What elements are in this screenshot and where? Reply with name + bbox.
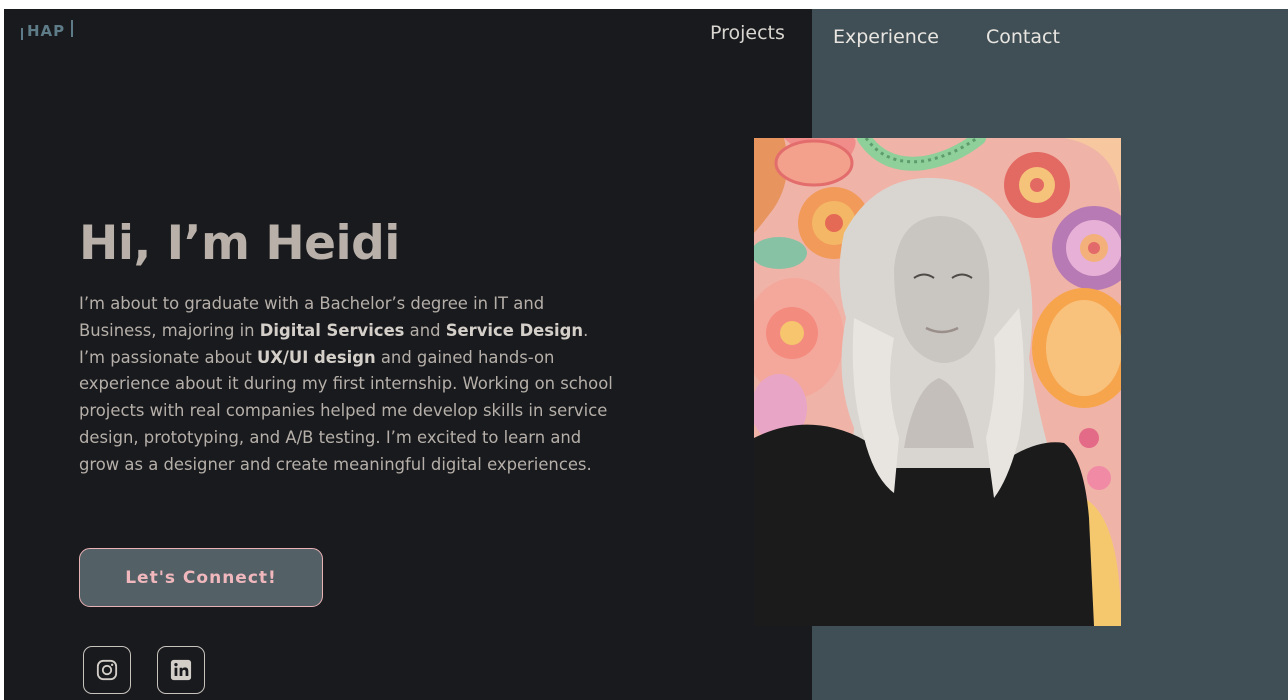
linkedin-icon — [170, 659, 192, 681]
nav-projects[interactable]: Projects — [710, 22, 785, 44]
instagram-icon — [96, 659, 118, 681]
portfolio-page: HAP Projects Experience Contact Hi, I’m … — [4, 9, 1288, 700]
nav-experience[interactable]: Experience — [833, 26, 939, 48]
logo[interactable]: HAP — [21, 19, 74, 40]
logo-bar-right — [71, 19, 74, 37]
intro-text-2: and — [404, 320, 446, 340]
logo-text: HAP — [27, 22, 66, 40]
linkedin-button[interactable] — [157, 646, 205, 694]
portrait-illustration — [754, 138, 1121, 626]
profile-photo — [754, 138, 1121, 626]
lets-connect-button[interactable]: Let's Connect! — [79, 548, 323, 607]
hero-title: Hi, I’m Heidi — [79, 216, 400, 271]
instagram-button[interactable] — [83, 646, 131, 694]
nav-contact[interactable]: Contact — [986, 26, 1060, 48]
hero-intro: I’m about to graduate with a Bachelor’s … — [79, 291, 619, 479]
intro-bold-digital-services: Digital Services — [259, 320, 405, 340]
intro-bold-uxui-design: UX/UI design — [256, 347, 376, 367]
logo-bar-left — [21, 27, 23, 40]
intro-bold-service-design: Service Design — [445, 320, 584, 340]
